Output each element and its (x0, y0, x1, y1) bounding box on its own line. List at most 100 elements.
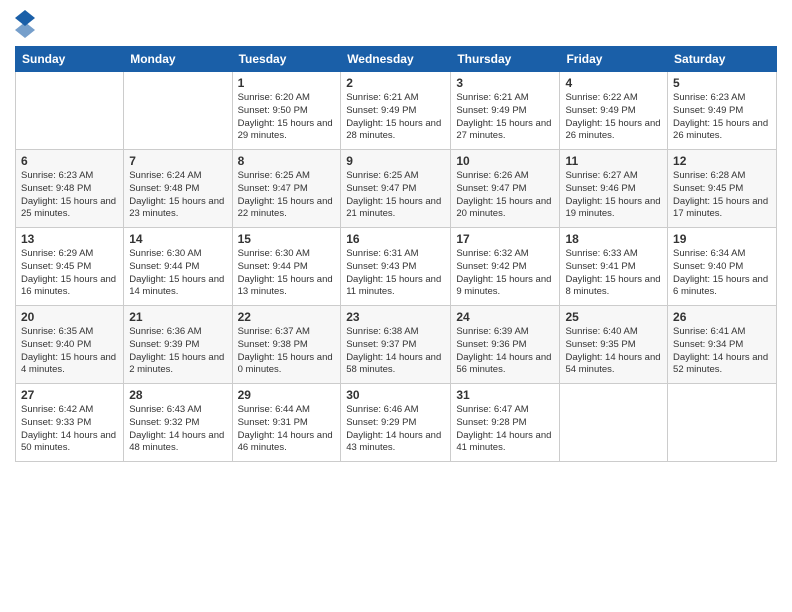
cell-content: Sunrise: 6:47 AM Sunset: 9:28 PM Dayligh… (456, 404, 554, 455)
calendar: SundayMondayTuesdayWednesdayThursdayFrid… (15, 46, 777, 462)
calendar-cell: 3 Sunrise: 6:21 AM Sunset: 9:49 PM Daylig… (451, 72, 560, 150)
day-header-tuesday: Tuesday (232, 47, 341, 72)
calendar-cell: 1 Sunrise: 6:20 AM Sunset: 9:50 PM Daylig… (232, 72, 341, 150)
calendar-cell: 30 Sunrise: 6:46 AM Sunset: 9:29 PM Dayli… (341, 384, 451, 462)
calendar-cell: 22Sunrise: 6:37 AM Sunset: 9:38 PM Dayli… (232, 306, 341, 384)
day-header-saturday: Saturday (668, 47, 777, 72)
calendar-cell (560, 384, 668, 462)
day-number: 7 (129, 154, 226, 168)
cell-content: Sunrise: 6:34 AM Sunset: 9:40 PM Dayligh… (673, 248, 771, 299)
day-number: 28 (129, 388, 226, 402)
calendar-week-4: 20 Sunrise: 6:35 AM Sunset: 9:40 PM Dayli… (16, 306, 777, 384)
calendar-cell: 29 Sunrise: 6:44 AM Sunset: 9:31 PM Dayli… (232, 384, 341, 462)
day-header-sunday: Sunday (16, 47, 124, 72)
cell-content: Sunrise: 6:24 AM Sunset: 9:48 PM Dayligh… (129, 170, 226, 221)
cell-content: Sunrise: 6:35 AM Sunset: 9:40 PM Dayligh… (21, 326, 118, 377)
cell-content: Sunrise: 6:28 AM Sunset: 9:45 PM Dayligh… (673, 170, 771, 221)
calendar-cell: 6 Sunrise: 6:23 AM Sunset: 9:48 PM Daylig… (16, 150, 124, 228)
day-number: 31 (456, 388, 554, 402)
cell-content: Sunrise: 6:26 AM Sunset: 9:47 PM Dayligh… (456, 170, 554, 221)
page: SundayMondayTuesdayWednesdayThursdayFrid… (0, 0, 792, 612)
day-number: 12 (673, 154, 771, 168)
calendar-cell: 10 Sunrise: 6:26 AM Sunset: 9:47 PM Dayli… (451, 150, 560, 228)
day-header-thursday: Thursday (451, 47, 560, 72)
cell-content: Sunrise: 6:23 AM Sunset: 9:49 PM Dayligh… (673, 92, 771, 143)
calendar-week-1: 1 Sunrise: 6:20 AM Sunset: 9:50 PM Daylig… (16, 72, 777, 150)
calendar-cell: 26Sunrise: 6:41 AM Sunset: 9:34 PM Dayli… (668, 306, 777, 384)
day-header-wednesday: Wednesday (341, 47, 451, 72)
cell-content: Sunrise: 6:42 AM Sunset: 9:33 PM Dayligh… (21, 404, 118, 455)
cell-content: Sunrise: 6:31 AM Sunset: 9:43 PM Dayligh… (346, 248, 445, 299)
day-number: 4 (565, 76, 662, 90)
header (15, 10, 777, 38)
cell-content: Sunrise: 6:43 AM Sunset: 9:32 PM Dayligh… (129, 404, 226, 455)
day-number: 1 (238, 76, 336, 90)
calendar-cell: 27 Sunrise: 6:42 AM Sunset: 9:33 PM Dayli… (16, 384, 124, 462)
cell-content: Sunrise: 6:41 AM Sunset: 9:34 PM Dayligh… (673, 326, 771, 377)
calendar-cell: 19 Sunrise: 6:34 AM Sunset: 9:40 PM Dayli… (668, 228, 777, 306)
day-number: 19 (673, 232, 771, 246)
day-number: 3 (456, 76, 554, 90)
day-number: 6 (21, 154, 118, 168)
calendar-week-2: 6 Sunrise: 6:23 AM Sunset: 9:48 PM Daylig… (16, 150, 777, 228)
calendar-cell: 4 Sunrise: 6:22 AM Sunset: 9:49 PM Daylig… (560, 72, 668, 150)
day-number: 23 (346, 310, 445, 324)
calendar-cell (124, 72, 232, 150)
day-number: 30 (346, 388, 445, 402)
cell-content: Sunrise: 6:21 AM Sunset: 9:49 PM Dayligh… (346, 92, 445, 143)
cell-content: Sunrise: 6:25 AM Sunset: 9:47 PM Dayligh… (238, 170, 336, 221)
cell-content: Sunrise: 6:27 AM Sunset: 9:46 PM Dayligh… (565, 170, 662, 221)
day-number: 9 (346, 154, 445, 168)
calendar-cell: 25Sunrise: 6:40 AM Sunset: 9:35 PM Dayli… (560, 306, 668, 384)
calendar-cell (16, 72, 124, 150)
calendar-cell: 18Sunrise: 6:33 AM Sunset: 9:41 PM Dayli… (560, 228, 668, 306)
cell-content: Sunrise: 6:22 AM Sunset: 9:49 PM Dayligh… (565, 92, 662, 143)
day-number: 5 (673, 76, 771, 90)
cell-content: Sunrise: 6:25 AM Sunset: 9:47 PM Dayligh… (346, 170, 445, 221)
cell-content: Sunrise: 6:32 AM Sunset: 9:42 PM Dayligh… (456, 248, 554, 299)
cell-content: Sunrise: 6:38 AM Sunset: 9:37 PM Dayligh… (346, 326, 445, 377)
day-number: 18 (565, 232, 662, 246)
day-number: 8 (238, 154, 336, 168)
cell-content: Sunrise: 6:36 AM Sunset: 9:39 PM Dayligh… (129, 326, 226, 377)
day-number: 10 (456, 154, 554, 168)
calendar-cell: 2 Sunrise: 6:21 AM Sunset: 9:49 PM Daylig… (341, 72, 451, 150)
cell-content: Sunrise: 6:30 AM Sunset: 9:44 PM Dayligh… (238, 248, 336, 299)
calendar-cell: 8 Sunrise: 6:25 AM Sunset: 9:47 PM Daylig… (232, 150, 341, 228)
logo-icon (15, 10, 35, 38)
calendar-week-3: 13 Sunrise: 6:29 AM Sunset: 9:45 PM Dayli… (16, 228, 777, 306)
calendar-cell: 9 Sunrise: 6:25 AM Sunset: 9:47 PM Daylig… (341, 150, 451, 228)
cell-content: Sunrise: 6:44 AM Sunset: 9:31 PM Dayligh… (238, 404, 336, 455)
day-number: 11 (565, 154, 662, 168)
cell-content: Sunrise: 6:30 AM Sunset: 9:44 PM Dayligh… (129, 248, 226, 299)
day-number: 21 (129, 310, 226, 324)
calendar-week-5: 27 Sunrise: 6:42 AM Sunset: 9:33 PM Dayli… (16, 384, 777, 462)
day-number: 2 (346, 76, 445, 90)
day-number: 17 (456, 232, 554, 246)
day-number: 14 (129, 232, 226, 246)
day-header-friday: Friday (560, 47, 668, 72)
day-header-monday: Monday (124, 47, 232, 72)
calendar-cell: 20 Sunrise: 6:35 AM Sunset: 9:40 PM Dayli… (16, 306, 124, 384)
calendar-cell: 13 Sunrise: 6:29 AM Sunset: 9:45 PM Dayli… (16, 228, 124, 306)
cell-content: Sunrise: 6:20 AM Sunset: 9:50 PM Dayligh… (238, 92, 336, 143)
calendar-header-row: SundayMondayTuesdayWednesdayThursdayFrid… (16, 47, 777, 72)
day-number: 29 (238, 388, 336, 402)
cell-content: Sunrise: 6:29 AM Sunset: 9:45 PM Dayligh… (21, 248, 118, 299)
day-number: 15 (238, 232, 336, 246)
day-number: 24 (456, 310, 554, 324)
day-number: 27 (21, 388, 118, 402)
day-number: 13 (21, 232, 118, 246)
cell-content: Sunrise: 6:23 AM Sunset: 9:48 PM Dayligh… (21, 170, 118, 221)
calendar-cell: 5 Sunrise: 6:23 AM Sunset: 9:49 PM Daylig… (668, 72, 777, 150)
cell-content: Sunrise: 6:46 AM Sunset: 9:29 PM Dayligh… (346, 404, 445, 455)
cell-content: Sunrise: 6:40 AM Sunset: 9:35 PM Dayligh… (565, 326, 662, 377)
logo (15, 10, 37, 38)
calendar-cell (668, 384, 777, 462)
cell-content: Sunrise: 6:21 AM Sunset: 9:49 PM Dayligh… (456, 92, 554, 143)
calendar-cell: 11 Sunrise: 6:27 AM Sunset: 9:46 PM Dayli… (560, 150, 668, 228)
calendar-cell: 24Sunrise: 6:39 AM Sunset: 9:36 PM Dayli… (451, 306, 560, 384)
calendar-cell: 15 Sunrise: 6:30 AM Sunset: 9:44 PM Dayli… (232, 228, 341, 306)
calendar-cell: 17 Sunrise: 6:32 AM Sunset: 9:42 PM Dayli… (451, 228, 560, 306)
day-number: 20 (21, 310, 118, 324)
